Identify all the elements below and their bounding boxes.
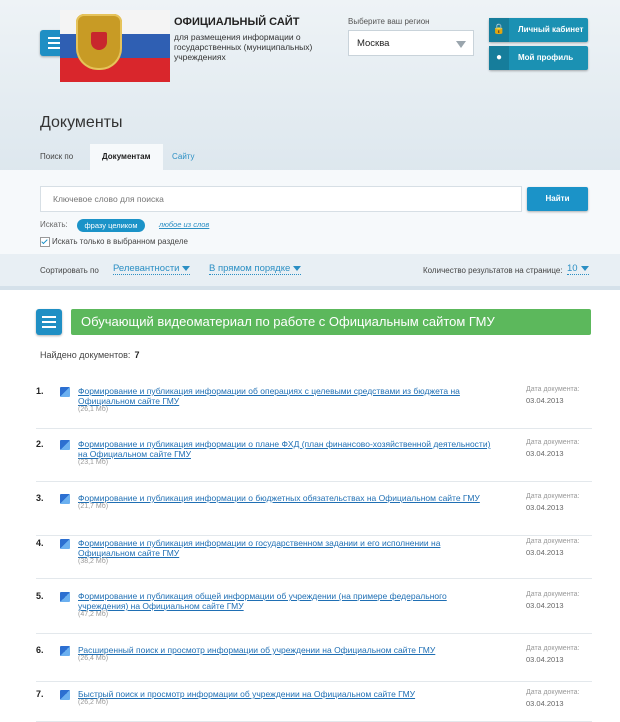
date-label: Дата документа:	[526, 645, 580, 652]
file-size: (26,4 Мб)	[78, 655, 109, 662]
personal-cabinet-button[interactable]: 🔒 Личный кабинет	[489, 18, 588, 42]
file-size: (21,7 Мб)	[78, 503, 109, 510]
date-label: Дата документа:	[526, 689, 580, 696]
search-mode-label: Искать:	[40, 220, 68, 229]
my-profile-button[interactable]: ● Мой профиль	[489, 46, 588, 70]
only-section-label: Искать только в выбранном разделе	[52, 237, 188, 246]
found-count: 7	[134, 350, 140, 360]
document-date: 03.04.2013	[526, 655, 564, 664]
coat-of-arms-icon	[76, 14, 122, 70]
tab-documents[interactable]: Документам	[90, 144, 163, 170]
sort-order-dropdown[interactable]: В прямом порядке	[209, 263, 302, 275]
video-file-icon	[60, 690, 70, 700]
date-label: Дата документа:	[526, 386, 580, 393]
site-subtitle: для размещения информации о государствен…	[174, 32, 313, 62]
date-label: Дата документа:	[526, 439, 580, 446]
file-size: (23,1 Мб)	[78, 459, 109, 466]
date-label: Дата документа:	[526, 538, 580, 545]
tab-search-by-label: Поиск по	[40, 152, 74, 161]
video-tutorial-banner[interactable]: Обучающий видеоматериал по работе с Офиц…	[71, 309, 591, 335]
item-number: 1.	[36, 386, 44, 396]
results-per-page-value: 10	[567, 263, 578, 274]
results-per-page-label: Количество результатов на странице:	[423, 266, 563, 275]
list-item: 3. Формирование и публикация информации …	[36, 493, 592, 536]
date-label: Дата документа:	[526, 493, 580, 500]
document-link[interactable]: Формирование и публикация информации о п…	[78, 439, 498, 459]
chevron-down-icon	[293, 265, 302, 271]
document-date: 03.04.2013	[526, 449, 564, 458]
list-item: 6. Расширенный поиск и просмотр информац…	[36, 645, 592, 682]
list-item: 5. Формирование и публикация общей инфор…	[36, 591, 592, 634]
results-per-page-dropdown[interactable]: 10	[567, 263, 589, 275]
region-value: Москва	[357, 38, 390, 49]
video-file-icon	[60, 494, 70, 504]
item-number: 2.	[36, 439, 44, 449]
document-date: 03.04.2013	[526, 601, 564, 610]
date-label: Дата документа:	[526, 591, 580, 598]
file-size: (26,2 Мб)	[78, 699, 109, 706]
item-number: 4.	[36, 538, 44, 548]
document-link[interactable]: Формирование и публикация информации о б…	[78, 493, 498, 503]
file-size: (47,2 Мб)	[78, 611, 109, 618]
document-date: 03.04.2013	[526, 503, 564, 512]
any-word-option[interactable]: любое из слов	[159, 220, 209, 229]
found-documents: Найдено документов: 7	[40, 350, 139, 360]
user-icon: ●	[489, 46, 509, 70]
file-size: (38,2 Мб)	[78, 558, 109, 565]
region-select[interactable]: Москва	[348, 30, 474, 56]
sort-field-dropdown[interactable]: Релевантности	[113, 263, 191, 275]
file-size: (26,1 Мб)	[78, 406, 109, 413]
list-item: 4. Формирование и публикация информации …	[36, 538, 592, 579]
search-input[interactable]	[40, 186, 522, 212]
document-link[interactable]: Расширенный поиск и просмотр информации …	[78, 645, 498, 655]
exact-phrase-option[interactable]: фразу целиком	[77, 219, 145, 232]
site-title: ОФИЦИАЛЬНЫЙ САЙТ	[174, 16, 300, 28]
video-file-icon	[60, 440, 70, 450]
video-file-icon	[60, 539, 70, 549]
video-file-icon	[60, 646, 70, 656]
document-link[interactable]: Быстрый поиск и просмотр информации об у…	[78, 689, 498, 699]
section-menu-button[interactable]	[36, 309, 62, 335]
document-date: 03.04.2013	[526, 548, 564, 557]
search-button[interactable]: Найти	[527, 187, 588, 211]
video-file-icon	[60, 592, 70, 602]
my-profile-label: Мой профиль	[518, 53, 574, 62]
sort-label: Сортировать по	[40, 266, 99, 275]
list-item: 7. Быстрый поиск и просмотр информации о…	[36, 689, 592, 722]
item-number: 6.	[36, 645, 44, 655]
document-date: 03.04.2013	[526, 699, 564, 708]
chevron-down-icon	[580, 265, 589, 271]
list-item: 2. Формирование и публикация информации …	[36, 439, 592, 482]
document-link[interactable]: Формирование и публикация общей информац…	[78, 591, 498, 611]
lock-icon: 🔒	[489, 18, 509, 42]
item-number: 3.	[36, 493, 44, 503]
page-title: Документы	[40, 114, 123, 131]
chevron-down-icon	[182, 265, 191, 271]
tab-site[interactable]: Сайту	[172, 144, 195, 170]
item-number: 5.	[36, 591, 44, 601]
document-link[interactable]: Формирование и публикация информации о г…	[78, 538, 498, 558]
only-section-checkbox[interactable]	[40, 237, 50, 247]
sort-order-value: В прямом порядке	[209, 263, 291, 274]
list-item: 1. Формирование и публикация информации …	[36, 386, 592, 429]
personal-cabinet-label: Личный кабинет	[518, 25, 584, 34]
found-label: Найдено документов:	[40, 350, 131, 360]
item-number: 7.	[36, 689, 44, 699]
video-file-icon	[60, 387, 70, 397]
sort-field-value: Релевантности	[113, 263, 180, 274]
chevron-down-icon	[456, 41, 466, 48]
region-label: Выберите ваш регион	[348, 17, 430, 26]
document-date: 03.04.2013	[526, 396, 564, 405]
document-link[interactable]: Формирование и публикация информации об …	[78, 386, 498, 406]
